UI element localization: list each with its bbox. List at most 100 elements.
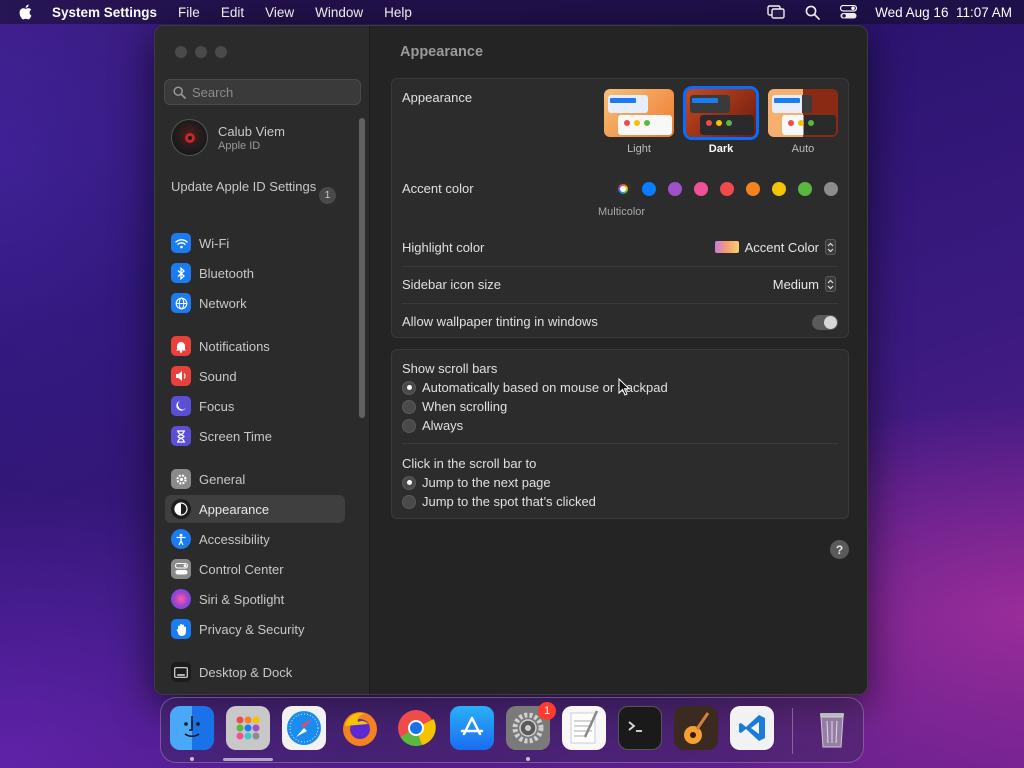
garageband-icon[interactable] [674,706,718,750]
appearance-settings-group: Appearance Light Dark Auto Accent color … [391,78,849,338]
search-input[interactable] [192,84,352,100]
sidebar-item-notifications[interactable]: Notifications [165,332,345,360]
accent-multicolor-swatch[interactable] [616,182,630,196]
sidebar-item-label: Siri & Spotlight [199,591,285,607]
scroll-option-label: Automatically based on mouse or trackpad [422,380,668,395]
scroll-option-always[interactable]: Always [402,418,463,433]
system-settings-icon[interactable]: 1 [506,702,556,750]
theme-auto-option[interactable]: Auto [767,89,839,155]
zoom-button[interactable] [215,46,227,58]
spotlight-search-icon[interactable] [803,4,821,20]
wifi-icon [171,233,191,253]
firefox-icon[interactable] [338,706,382,750]
finder-icon[interactable] [170,706,214,750]
sidebar-item-appearance[interactable]: Appearance [165,495,345,523]
window-controls [175,46,227,58]
radio-button[interactable] [402,399,416,414]
sidebar-item-focus[interactable]: Focus [165,392,345,420]
sidebar-scrollbar[interactable] [359,118,365,418]
radio-button[interactable] [402,418,416,433]
toggle-knob [824,316,837,329]
close-button[interactable] [175,46,187,58]
speaker-icon [171,366,191,386]
app-store-icon[interactable] [450,706,494,750]
search-field[interactable] [164,79,361,105]
sidebar-item-siri-spotlight[interactable]: Siri & Spotlight [165,585,345,613]
system-settings-window: Calub Viem Apple ID Update Apple ID Sett… [154,25,868,695]
gear-icon [171,469,191,489]
accent-pink-swatch[interactable] [694,182,708,196]
chevron-updown-icon [825,276,836,292]
menu-window[interactable]: Window [315,5,363,20]
sidebar-item-label: Appearance [199,501,270,517]
desktop-icon [171,662,191,682]
click-option-label: Jump to the spot that’s clicked [422,494,596,509]
sidebar-item-screen-time[interactable]: Screen Time [165,422,345,450]
click-option-next-page[interactable]: Jump to the next page [402,475,551,490]
accent-green-swatch[interactable] [798,182,812,196]
menu-edit[interactable]: Edit [221,5,244,20]
user-avatar-icon [184,132,195,143]
screen-mirroring-icon[interactable] [767,4,785,20]
minimize-button[interactable] [195,46,207,58]
help-button[interactable]: ? [830,540,849,559]
menu-help[interactable]: Help [384,5,412,20]
sidebar-item-bluetooth[interactable]: Bluetooth [165,259,345,287]
launchpad-icon[interactable] [226,706,270,750]
menu-app-name[interactable]: System Settings [52,5,157,20]
highlight-preview-swatch [714,241,739,253]
dock: 1 [160,697,864,763]
accent-orange-swatch[interactable] [746,182,760,196]
sidebar-item-label: Focus [199,398,235,414]
sidebar-item-general[interactable]: General [165,465,345,493]
theme-auto-thumbnail [768,89,838,137]
textedit-icon[interactable] [562,706,606,750]
vscode-icon[interactable] [730,706,774,750]
theme-light-thumbnail [604,89,674,137]
notification-badge: 1 [538,702,556,720]
menu-view[interactable]: View [265,5,294,20]
accent-blue-swatch[interactable] [642,182,656,196]
radio-button-selected[interactable] [402,380,416,395]
wallpaper-tinting-toggle[interactable] [812,315,838,330]
terminal-icon[interactable] [618,706,662,750]
click-option-label: Jump to the next page [422,475,551,490]
user-name: Calub Viem [218,123,285,139]
trash-icon[interactable] [810,706,854,750]
apple-id-account[interactable]: Calub Viem Apple ID [171,119,285,156]
chrome-icon[interactable] [394,706,438,750]
sidebar-item-label: Control Center [199,561,284,577]
accent-graphite-swatch[interactable] [824,182,838,196]
safari-icon[interactable] [282,706,326,750]
wallpaper-tinting-label: Allow wallpaper tinting in windows [402,314,598,329]
siri-icon [171,589,191,609]
sidebar-item-wifi[interactable]: Wi-Fi [165,229,345,257]
accent-red-swatch[interactable] [720,182,734,196]
user-subtitle: Apple ID [218,139,261,152]
highlight-color-popup[interactable]: Accent Color [714,239,836,255]
sidebar-icon-size-popup[interactable]: Medium [773,276,836,292]
theme-light-option[interactable]: Light [603,89,675,155]
theme-dark-thumbnail [686,89,756,137]
control-center-menu-icon[interactable] [839,4,857,20]
sidebar-item-desktop-dock[interactable]: Desktop & Dock [165,658,345,686]
theme-light-label: Light [627,143,651,155]
menu-clock[interactable]: Wed Aug 16 11:07 AM [875,5,1012,20]
hourglass-icon [171,426,191,446]
sidebar-item-control-center[interactable]: Control Center [165,555,345,583]
scroll-bars-settings-group: Show scroll bars Automatically based on … [391,349,849,519]
sidebar-item-network[interactable]: Network [165,289,345,317]
menu-file[interactable]: File [178,5,200,20]
theme-dark-option[interactable]: Dark [685,89,757,155]
sidebar-item-accessibility[interactable]: Accessibility [165,525,345,553]
accent-purple-swatch[interactable] [668,182,682,196]
sidebar-item-label: Privacy & Security [199,621,305,637]
apple-menu-icon[interactable] [18,4,34,20]
radio-button[interactable] [402,494,416,509]
radio-button-selected[interactable] [402,475,416,490]
sidebar-item-privacy-security[interactable]: Privacy & Security [165,615,345,643]
sidebar-item-sound[interactable]: Sound [165,362,345,390]
accent-yellow-swatch[interactable] [772,182,786,196]
scroll-option-when-scrolling[interactable]: When scrolling [402,399,507,414]
click-option-spot-clicked[interactable]: Jump to the spot that’s clicked [402,494,596,509]
